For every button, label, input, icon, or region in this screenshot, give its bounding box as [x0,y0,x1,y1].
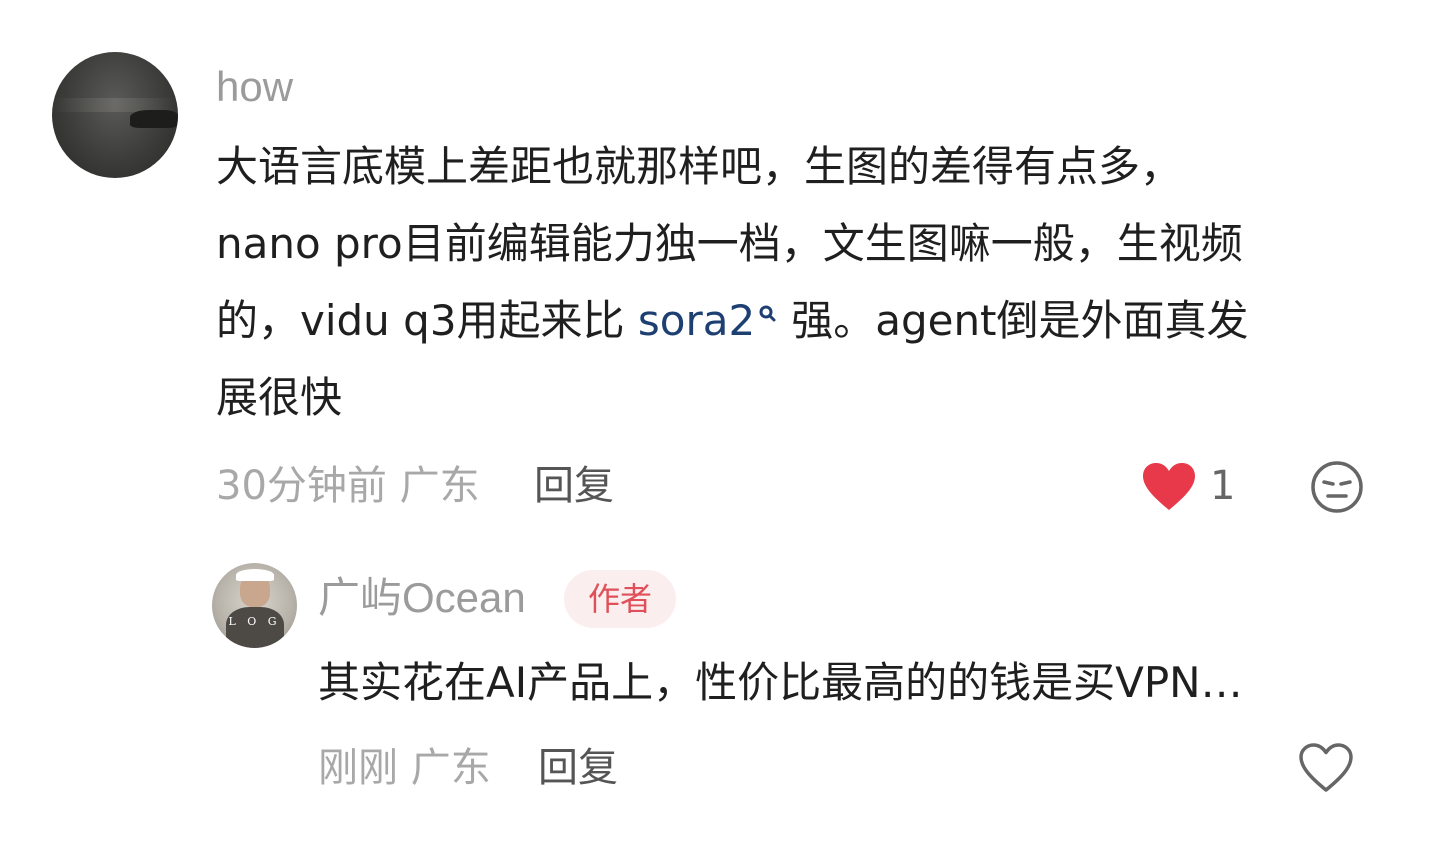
comment-text[interactable]: 大语言底模上差距也就那样吧，生图的差得有点多， nano pro目前编辑能力独一… [216,128,1396,436]
avatar-logo-text: L O G [228,615,281,628]
comment-thread: how 大语言底模上差距也就那样吧，生图的差得有点多， nano pro目前编辑… [0,0,1440,847]
comment-text-line-3-end: 强。agent倒是外面真发 [791,296,1249,345]
reply-meta: 刚刚 广东 [318,744,491,792]
avatar[interactable] [52,52,178,178]
author-badge: 作者 [564,570,676,628]
comment-text-line-3-start: 的，vidu q3用起来比 [216,296,638,345]
avatar-island-silhouette [130,110,178,128]
heart-filled-icon[interactable] [1142,462,1196,512]
search-link[interactable]: sora2 [638,296,755,345]
comment-location: 广东 [399,463,480,509]
emoji-icon[interactable] [1310,460,1364,514]
reply-button[interactable]: 回复 [538,744,618,792]
avatar-figure-hat [236,569,274,581]
comment-text-line-1: 大语言底模上差距也就那样吧，生图的差得有点多， [216,142,1183,191]
reply-button[interactable]: 回复 [534,462,614,510]
reply-text[interactable]: 其实花在AI产品上，性价比最高的的钱是买VPN… [318,644,1243,721]
reply-location: 广东 [410,745,491,791]
comment-text-line-3: 的，vidu q3用起来比 sora2 强。agent倒是外面真发 [216,282,1396,359]
reply-time: 刚刚 [318,745,398,791]
heart-outline-icon[interactable] [1298,742,1354,794]
comment-meta: 30分钟前 广东 [216,462,480,510]
search-icon[interactable] [755,282,783,322]
comment-time: 30分钟前 [216,463,387,509]
like-count: 1 [1210,463,1236,509]
comment-text-line-2: nano pro目前编辑能力独一档，文生图嘛一般，生视频 [216,219,1243,268]
reply-username[interactable]: 广屿Ocean [318,573,526,623]
comment-text-line-4: 展很快 [216,373,343,422]
author-avatar[interactable]: L O G [212,563,297,648]
comment-username[interactable]: how [216,62,293,112]
